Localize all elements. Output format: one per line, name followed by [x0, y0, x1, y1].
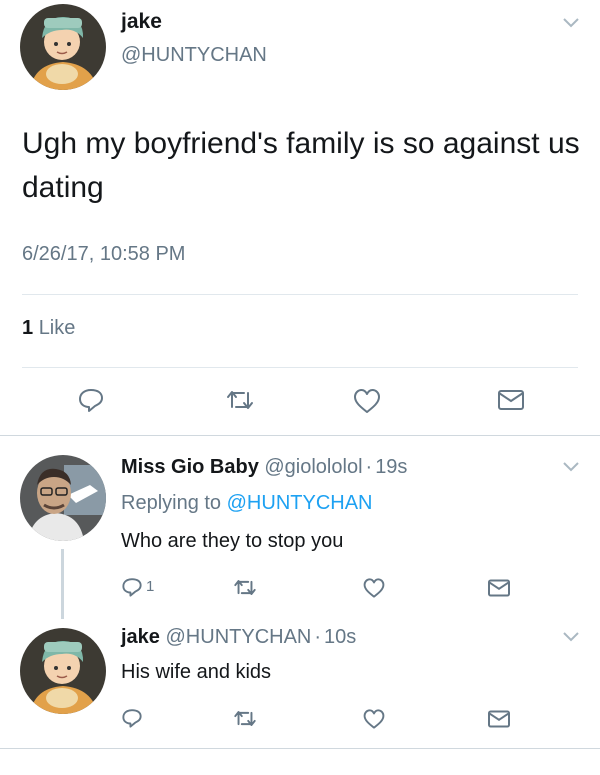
chevron-down-icon[interactable] — [561, 460, 581, 474]
main-author-handle[interactable]: @HUNTYCHAN — [121, 44, 267, 67]
reply-icon[interactable] — [121, 576, 143, 598]
envelope-icon[interactable] — [497, 388, 525, 412]
replying-handle-link[interactable]: @HUNTYCHAN — [227, 492, 373, 514]
reply-count: 1 — [146, 578, 155, 595]
retweet-icon[interactable] — [232, 708, 258, 729]
retweet-icon[interactable] — [232, 577, 258, 598]
main-tweet-timestamp[interactable]: 6/26/17, 10:58 PM — [22, 243, 185, 266]
divider — [22, 294, 578, 295]
reply-time[interactable]: 10s — [324, 626, 356, 648]
divider — [0, 435, 600, 436]
envelope-icon[interactable] — [487, 578, 511, 598]
reply-header: jake @HUNTYCHAN · 10s — [121, 626, 356, 649]
reply-author-name[interactable]: jake — [121, 626, 160, 648]
main-author-avatar[interactable] — [20, 4, 106, 90]
main-author-name[interactable]: jake — [121, 10, 162, 34]
likes-label: Like — [38, 317, 76, 339]
reply-header: Miss Gio Baby @giolololol · 19s — [121, 456, 407, 479]
main-tweet-text: Ugh my boyfriend's family is so against … — [22, 127, 580, 204]
chevron-down-icon[interactable] — [561, 630, 581, 644]
likes-count: 1 — [22, 317, 34, 339]
reply-author-handle[interactable]: @HUNTYCHAN — [166, 626, 312, 648]
reply-icon[interactable] — [77, 386, 105, 414]
reply-author-name[interactable]: Miss Gio Baby — [121, 456, 259, 478]
reply-author-avatar[interactable] — [20, 455, 106, 541]
reply-text: Who are they to stop you — [121, 530, 344, 552]
divider — [0, 748, 600, 749]
reply-author-avatar[interactable] — [20, 628, 106, 714]
heart-icon[interactable] — [362, 577, 386, 599]
likes-summary[interactable]: 1 Like — [22, 317, 75, 340]
chevron-down-icon[interactable] — [561, 16, 581, 30]
meta-separator: · — [365, 456, 373, 478]
replying-to: Replying to @HUNTYCHAN — [121, 492, 372, 515]
thread-connector-line — [61, 549, 64, 619]
envelope-icon[interactable] — [487, 709, 511, 729]
heart-icon[interactable] — [362, 708, 386, 730]
reply-icon[interactable] — [121, 707, 143, 729]
meta-separator: · — [314, 626, 322, 648]
reply-author-handle[interactable]: @giolololol — [264, 456, 362, 478]
divider — [22, 367, 578, 368]
replying-prefix: Replying to — [121, 492, 222, 514]
heart-icon[interactable] — [352, 387, 382, 415]
retweet-icon[interactable] — [224, 387, 256, 413]
reply-time[interactable]: 19s — [375, 456, 407, 478]
reply-text: His wife and kids — [121, 661, 272, 683]
